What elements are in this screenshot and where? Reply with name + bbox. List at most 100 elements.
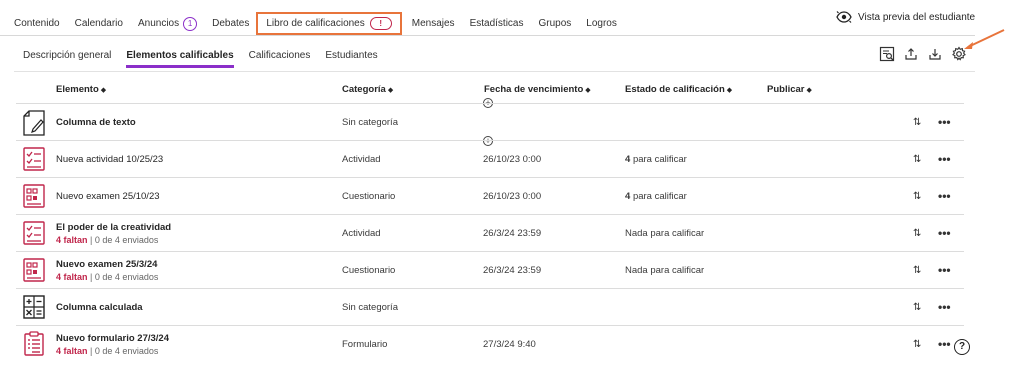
tab-calificaciones[interactable]: Calificaciones <box>249 50 311 68</box>
nav-logros[interactable]: Logros <box>586 18 617 29</box>
nav-estadisticas[interactable]: Estadísticas <box>470 18 524 29</box>
reorder-icon[interactable]: ⇅ <box>913 339 921 350</box>
submitted-count: | 0 de 4 enviados <box>90 346 159 356</box>
tab-descripcion-general[interactable]: Descripción general <box>23 50 111 68</box>
reorder-icon[interactable]: ⇅ <box>913 191 921 202</box>
nav-label: Libro de calificaciones <box>266 18 365 29</box>
more-options-icon[interactable]: ••• <box>938 337 951 351</box>
table-row: El poder de la creatividad 4 faltan | 0 … <box>16 214 964 251</box>
item-name[interactable]: Nuevo formulario 27/3/24 <box>56 333 169 344</box>
nav-grupos[interactable]: Grupos <box>538 18 571 29</box>
test-icon <box>23 184 45 208</box>
upload-button[interactable] <box>902 45 920 63</box>
col-categoria[interactable]: Categoría ◆ <box>342 84 393 95</box>
grading-review-button[interactable] <box>878 45 896 63</box>
header-label: Publicar <box>767 84 805 95</box>
submitted-count: | 0 de 4 enviados <box>90 235 159 245</box>
reorder-icon[interactable]: ⇅ <box>913 117 921 128</box>
submitted-count: | 0 de 4 enviados <box>90 272 159 282</box>
nav-calendario[interactable]: Calendario <box>75 18 123 29</box>
nav-mensajes[interactable]: Mensajes <box>412 18 455 29</box>
due-date-cell: 26/3/24 23:59 <box>483 265 542 276</box>
top-nav-items: Contenido Calendario Anuncios 1 Debates L… <box>14 12 632 35</box>
download-icon <box>929 49 941 60</box>
missing-count[interactable]: 4 faltan <box>56 235 88 245</box>
header-label: Categoría <box>342 84 386 95</box>
due-date-cell: 26/10/23 0:00 <box>483 191 542 202</box>
item-name[interactable]: Nueva actividad 10/25/23 <box>56 154 163 165</box>
reorder-icon[interactable]: ⇅ <box>913 302 921 313</box>
reorder-icon[interactable]: ⇅ <box>913 228 921 239</box>
submission-summary: 4 faltan | 0 de 4 enviados <box>56 235 171 245</box>
item-name[interactable]: Nuevo examen 25/3/24 <box>56 259 158 270</box>
item-name-cell: Nuevo examen 25/3/24 4 faltan | 0 de 4 e… <box>56 259 158 282</box>
header-label: Fecha de vencimiento <box>484 84 584 95</box>
help-button[interactable]: ? <box>954 339 970 355</box>
col-elemento[interactable]: Elemento ◆ <box>56 84 106 95</box>
grading-status-cell: Nada para calificar <box>625 265 705 276</box>
category-cell: Formulario <box>342 339 388 350</box>
grading-status-cell[interactable]: 4 para calificar <box>625 154 687 165</box>
table-header: Elemento ◆ Categoría ◆ Fecha de vencimient… <box>0 80 1024 100</box>
eye-refresh-icon <box>836 11 852 23</box>
download-button[interactable] <box>926 45 944 63</box>
col-fecha[interactable]: Fecha de vencimiento ◆ <box>484 84 591 95</box>
tab-elementos-calificables[interactable]: Elementos calificables <box>126 50 234 68</box>
item-name[interactable]: Columna calculada <box>56 302 143 313</box>
document-search-icon <box>879 46 895 62</box>
nav-label: Calendario <box>74 18 123 29</box>
item-name-cell: Nueva actividad 10/25/23 <box>56 154 163 165</box>
category-cell: Actividad <box>342 154 381 165</box>
missing-count[interactable]: 4 faltan <box>56 346 88 356</box>
more-options-icon[interactable]: ••• <box>938 189 951 203</box>
activity-icon <box>23 221 45 245</box>
calculator-icon <box>23 295 45 319</box>
col-estado[interactable]: Estado de calificación ◆ <box>625 84 732 95</box>
submission-summary: 4 faltan | 0 de 4 enviados <box>56 272 158 282</box>
item-name[interactable]: Nuevo examen 25/10/23 <box>56 191 160 202</box>
nav-label: Grupos <box>538 18 572 29</box>
more-options-icon[interactable]: ••• <box>938 263 951 277</box>
missing-count[interactable]: 4 faltan <box>56 272 88 282</box>
student-preview-button[interactable]: Vista previa del estudiante <box>836 11 975 23</box>
course-top-navigation: Contenido Calendario Anuncios 1 Debates L… <box>0 0 1024 36</box>
item-name-cell: Nuevo examen 25/10/23 <box>56 191 160 202</box>
sort-icon: ◆ <box>387 87 394 94</box>
top-nav-divider <box>0 35 975 36</box>
header-label: Elemento <box>56 84 99 95</box>
test-icon <box>23 258 45 282</box>
grading-status-cell: Nada para calificar <box>625 228 705 239</box>
more-options-icon[interactable]: ••• <box>938 115 951 129</box>
col-publicar[interactable]: Publicar ◆ <box>767 84 812 95</box>
category-cell: Sin categoría <box>342 302 398 313</box>
nav-label: Debates <box>212 18 250 29</box>
text-column-icon <box>23 110 45 136</box>
grading-status-cell[interactable]: 4 para calificar <box>625 191 687 202</box>
more-options-icon[interactable]: ••• <box>938 300 951 314</box>
more-options-icon[interactable]: ••• <box>938 152 951 166</box>
item-name-cell: El poder de la creatividad 4 faltan | 0 … <box>56 222 171 245</box>
reorder-icon[interactable]: ⇅ <box>913 154 921 165</box>
gradebook-alert-badge: ! <box>369 17 392 30</box>
sort-icon: ◆ <box>100 87 107 94</box>
reorder-icon[interactable]: ⇅ <box>913 265 921 276</box>
item-name[interactable]: El poder de la creatividad <box>56 222 171 233</box>
tab-estudiantes[interactable]: Estudiantes <box>325 50 377 68</box>
nav-libro-de-calificaciones[interactable]: Libro de calificaciones! <box>256 12 402 35</box>
status-count: 4 <box>625 154 631 165</box>
nav-contenido[interactable]: Contenido <box>14 18 60 29</box>
annotation-arrow-icon <box>964 29 1005 49</box>
status-text: para calificar <box>632 191 687 202</box>
more-options-icon[interactable]: ••• <box>938 226 951 240</box>
table-row: Nueva actividad 10/25/23 Actividad 26/10… <box>16 140 964 177</box>
item-name[interactable]: Columna de texto <box>56 117 136 128</box>
item-name-cell: Columna calculada <box>56 302 143 313</box>
nav-label: Mensajes <box>411 18 455 29</box>
nav-anuncios[interactable]: Anuncios 1 <box>138 16 198 31</box>
nav-debates[interactable]: Debates <box>212 18 249 29</box>
category-cell: Cuestionario <box>342 191 396 202</box>
due-date-cell: 26/3/24 23:59 <box>483 228 542 239</box>
form-clipboard-icon <box>24 331 44 356</box>
submission-summary: 4 faltan | 0 de 4 enviados <box>56 346 169 356</box>
table-row: Nuevo examen 25/3/24 4 faltan | 0 de 4 e… <box>16 251 964 288</box>
